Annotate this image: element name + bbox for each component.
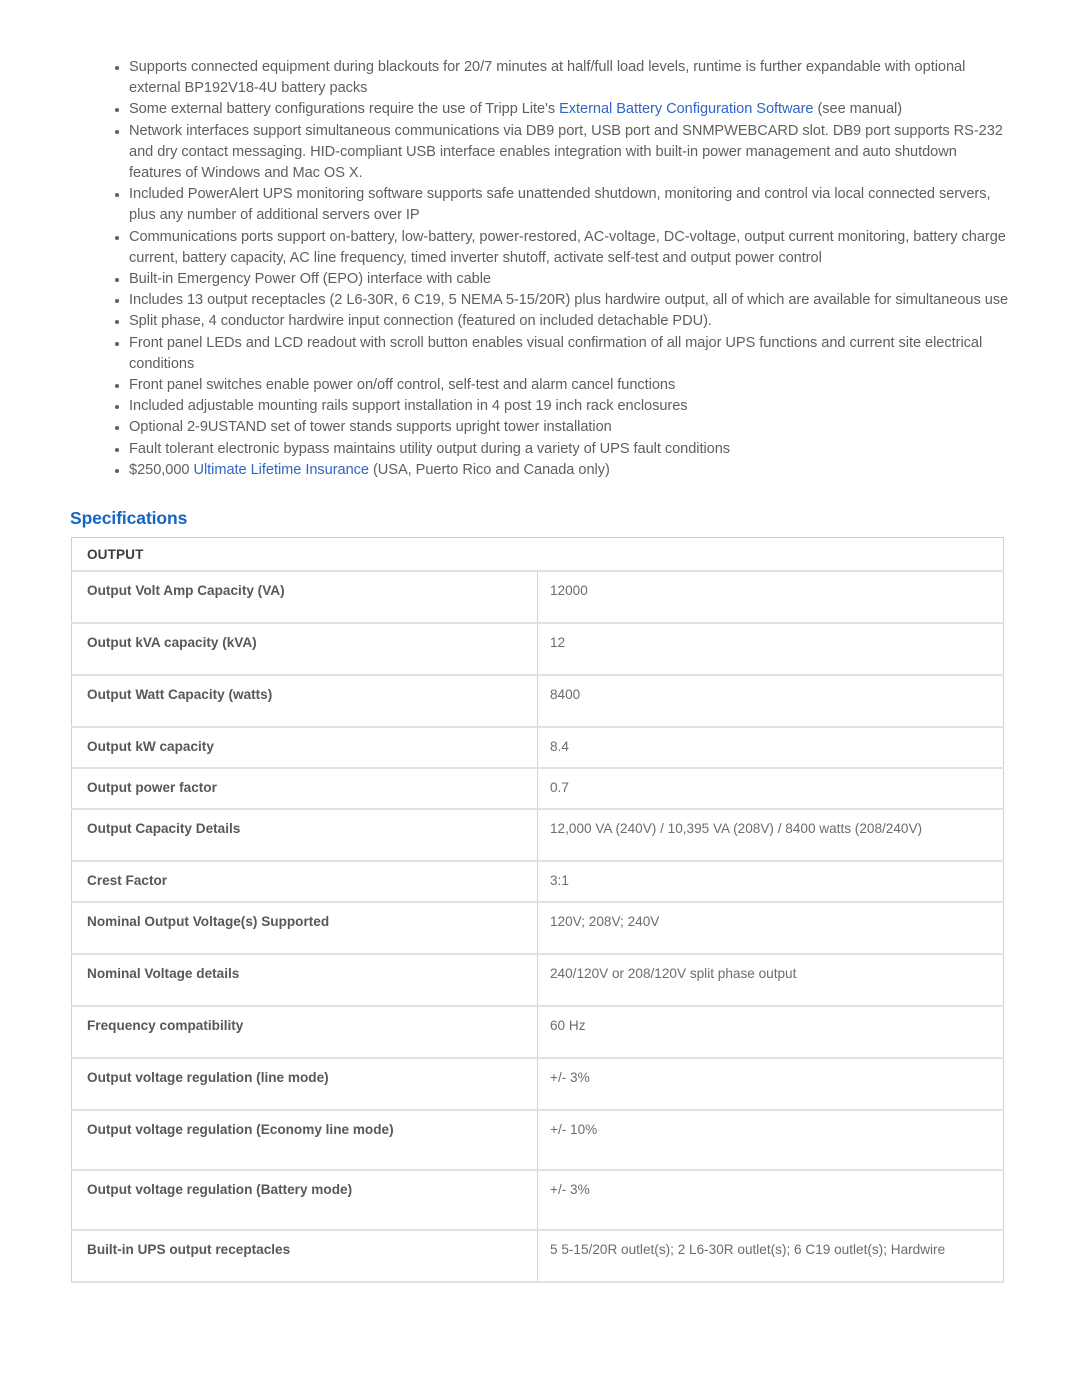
spec-label-cell: Output kVA capacity (kVA) [71, 623, 538, 676]
feature-list-item: Split phase, 4 conductor hardwire input … [112, 311, 1012, 332]
table-section-header-row: OUTPUT [71, 537, 1004, 572]
table-row: Crest Factor 3:1 [71, 861, 1004, 903]
table-row: Output voltage regulation (line mode) +/-… [71, 1058, 1004, 1111]
feature-text: Optional 2-9USTAND set of tower stands s… [129, 419, 612, 436]
feature-list-item: Included adjustable mounting rails suppo… [112, 396, 1012, 417]
feature-text: Fault tolerant electronic bypass maintai… [129, 440, 731, 457]
spec-label-cell: Built-in UPS output receptacles [71, 1230, 538, 1283]
feature-text: Communications ports support on-battery,… [129, 228, 1006, 266]
feature-list-item: Built-in Emergency Power Off (EPO) inter… [112, 269, 1012, 290]
feature-text: Network interfaces support simultaneous … [129, 122, 1003, 182]
spec-label-cell: Output voltage regulation (line mode) [71, 1058, 538, 1111]
feature-text: $250,000 [129, 461, 194, 478]
feature-text: (USA, Puerto Rico and Canada only) [368, 461, 610, 478]
section-header-output: OUTPUT [71, 537, 1004, 572]
table-row: Output voltage regulation (Battery mode)… [71, 1170, 1004, 1231]
specifications-heading: Specifications [70, 508, 188, 528]
feature-text: Split phase, 4 conductor hardwire input … [129, 313, 712, 330]
feature-text: Built-in Emergency Power Off (EPO) inter… [129, 271, 491, 288]
specifications-table: OUTPUT Output Volt Amp Capacity (VA) 1200… [71, 537, 1004, 1283]
feature-list-item: Optional 2-9USTAND set of tower stands s… [112, 417, 1012, 438]
feature-text: Includes 13 output receptacles (2 L6-30R… [129, 292, 1009, 309]
feature-text: Some external battery configurations req… [129, 101, 560, 118]
feature-list-item: Supports connected equipment during blac… [112, 57, 1012, 99]
spec-value-cell: 8400 [537, 675, 1004, 728]
spec-label-cell: Output Volt Amp Capacity (VA) [71, 571, 538, 624]
table-row: Output kW capacity 8.4 [71, 727, 1004, 769]
spec-value-cell: +/- 3% [537, 1058, 1004, 1111]
feature-bullet-list: Supports connected equipment during blac… [112, 57, 1012, 481]
spec-label-cell: Frequency compatibility [71, 1006, 538, 1059]
spec-value-cell: 8.4 [537, 727, 1004, 769]
spec-value-cell: 120V; 208V; 240V [537, 902, 1004, 955]
spec-value-cell: 12,000 VA (240V) / 10,395 VA (208V) / 84… [537, 809, 1004, 862]
feature-list-item: Included PowerAlert UPS monitoring softw… [112, 184, 1012, 226]
feature-list-item: Communications ports support on-battery,… [112, 227, 1012, 269]
spec-value-cell: 3:1 [537, 861, 1004, 903]
table-row: Output kVA capacity (kVA) 12 [71, 623, 1004, 676]
table-row: Output voltage regulation (Economy line … [71, 1110, 1004, 1171]
feature-list-item: Includes 13 output receptacles (2 L6-30R… [112, 290, 1012, 311]
feature-text: Included PowerAlert UPS monitoring softw… [129, 186, 991, 224]
specifications-table-body: OUTPUT Output Volt Amp Capacity (VA) 1200… [71, 537, 1004, 1283]
feature-list-item: Front panel LEDs and LCD readout with sc… [112, 333, 1012, 375]
spec-value-cell: 60 Hz [537, 1006, 1004, 1059]
table-row: Built-in UPS output receptacles 5 5-15/20… [71, 1230, 1004, 1283]
spec-label-cell: Nominal Output Voltage(s) Supported [71, 902, 538, 955]
spec-label-cell: Crest Factor [71, 861, 538, 903]
table-row: Output Volt Amp Capacity (VA) 12000 [71, 571, 1004, 624]
spec-value-cell: +/- 10% [537, 1110, 1004, 1171]
feature-link[interactable]: Ultimate Lifetime Insurance [193, 462, 369, 478]
spec-value-cell: 0.7 [537, 768, 1004, 810]
table-row: Output Watt Capacity (watts) 8400 [71, 675, 1004, 728]
document-page: Supports connected equipment during blac… [0, 0, 1080, 1397]
spec-value-cell: 5 5-15/20R outlet(s); 2 L6-30R outlet(s)… [537, 1230, 1004, 1283]
spec-label-cell: Output voltage regulation (Economy line … [71, 1110, 538, 1171]
spec-label-cell: Output Watt Capacity (watts) [71, 675, 538, 728]
table-row: Frequency compatibility 60 Hz [71, 1006, 1004, 1059]
feature-list-item: Some external battery configurations req… [112, 99, 1012, 120]
feature-list-item: Fault tolerant electronic bypass maintai… [112, 439, 1012, 460]
table-row: Nominal Output Voltage(s) Supported 120V;… [71, 902, 1004, 955]
spec-label-cell: Output Capacity Details [71, 809, 538, 862]
spec-label-cell: Nominal Voltage details [71, 954, 538, 1007]
spec-value-cell: 12000 [537, 571, 1004, 624]
feature-text: Front panel LEDs and LCD readout with sc… [129, 334, 983, 372]
feature-text: (see manual) [813, 101, 903, 118]
spec-value-cell: +/- 3% [537, 1170, 1004, 1231]
feature-list-item: Network interfaces support simultaneous … [112, 121, 1012, 185]
spec-label-cell: Output kW capacity [71, 727, 538, 769]
feature-text: Front panel switches enable power on/off… [129, 377, 676, 394]
spec-label-cell: Output voltage regulation (Battery mode) [71, 1170, 538, 1231]
spec-label-cell: Output power factor [71, 768, 538, 810]
table-row: Nominal Voltage details 240/120V or 208/1… [71, 954, 1004, 1007]
feature-text: Included adjustable mounting rails suppo… [129, 398, 688, 415]
feature-link[interactable]: External Battery Configuration Software [559, 101, 813, 117]
feature-text: Supports connected equipment during blac… [129, 59, 966, 97]
table-row: Output power factor 0.7 [71, 768, 1004, 810]
feature-list-item: Front panel switches enable power on/off… [112, 375, 1012, 396]
table-row: Output Capacity Details 12,000 VA (240V) … [71, 809, 1004, 862]
feature-list-item: $250,000 Ultimate Lifetime Insurance (US… [112, 460, 1012, 481]
spec-value-cell: 240/120V or 208/120V split phase output [537, 954, 1004, 1007]
spec-value-cell: 12 [537, 623, 1004, 676]
specifications-table-container: OUTPUT Output Volt Amp Capacity (VA) 1200… [71, 537, 1004, 1297]
